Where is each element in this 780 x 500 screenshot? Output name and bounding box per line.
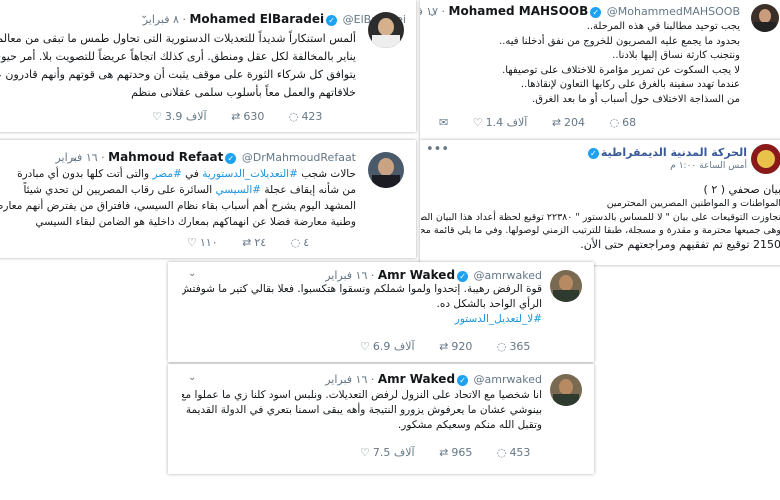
verified-badge-icon: ✓ xyxy=(326,14,338,26)
author-handle[interactable]: @amrwaked xyxy=(474,269,542,282)
tweet-header: Mahmoud Refaat ✓ @DrMahmoudRefaat · ١٦ فب… xyxy=(55,150,356,164)
chevron-down-icon[interactable]: ⌄ xyxy=(188,268,196,279)
post-text: بيان صحفي ( ٢ ) المواطنات و المواطنين ال… xyxy=(421,183,780,251)
author-name[interactable]: Mohamed ElBaradei xyxy=(189,12,324,26)
tweet-date[interactable]: ١٦ فبراير xyxy=(55,151,97,164)
reply-button[interactable]: ◌ 68 xyxy=(607,116,637,129)
tweet-card-elbaradei[interactable]: ⌄ Mohamed ElBaradei✓ @ElBaradei · ٨ فبرا… xyxy=(0,0,416,132)
like-button[interactable]: ♡ 6.9 آلاف xyxy=(357,340,415,353)
author-name[interactable]: Mohamed MAHSOOB xyxy=(449,4,589,18)
heart-icon: ♡ xyxy=(472,116,483,129)
tweet-text: حالات شجب #التعديلات_الدستورية في #مصر و… xyxy=(0,168,356,228)
avatar[interactable] xyxy=(368,152,404,188)
hashtag-link[interactable]: #مصر xyxy=(152,168,181,180)
tweet-text: انا شخصيا مع الاتحاد على النزول لرفض الت… xyxy=(182,389,542,431)
heart-icon: ♡ xyxy=(152,110,162,123)
post-time[interactable]: أمس الساعة ١:٠٠ م xyxy=(670,161,747,171)
verified-badge-icon: ✓ xyxy=(587,147,599,159)
author-name[interactable]: Amr Waked xyxy=(378,268,455,282)
reply-button[interactable]: ◌ 423 xyxy=(286,110,323,123)
reply-icon: ◌ xyxy=(496,446,507,459)
like-button[interactable]: ♡ 1.4 آلاف xyxy=(470,116,528,129)
retweet-button[interactable]: ⇄ 204 xyxy=(549,116,585,129)
tweet-date[interactable]: ١٦ فبراير xyxy=(325,269,367,282)
avatar[interactable] xyxy=(751,144,780,174)
tweet-date[interactable]: ١٧ فبراير xyxy=(420,5,438,18)
retweet-button[interactable]: ⇄ 965 xyxy=(436,446,472,459)
retweet-icon: ⇄ xyxy=(231,110,241,123)
heart-icon: ♡ xyxy=(360,446,370,459)
tweet-text: قوة الرفض رهيبة. إتحدوا ولموا شملكم ونسق… xyxy=(182,283,542,327)
retweet-icon: ⇄ xyxy=(242,236,252,249)
retweet-button[interactable]: ⇄ 920 xyxy=(436,340,472,353)
tweet-actions: ✉ ♡ 1.4 آلاف ⇄ 204 ◌ 68 xyxy=(430,116,645,129)
author-name[interactable]: Amr Waked xyxy=(378,372,455,386)
post-card-party[interactable]: ••• الحركة المدنية الديمقراطية✓ أمس السا… xyxy=(420,140,780,265)
chevron-down-icon[interactable]: ⌄ xyxy=(188,372,196,383)
reply-icon: ◌ xyxy=(609,116,620,129)
reply-icon: ◌ xyxy=(288,110,299,123)
verified-badge-icon: ✓ xyxy=(457,270,469,282)
reply-button[interactable]: ◌ 453 xyxy=(494,446,531,459)
tweet-header: Mohamed MAHSOOB✓ @MohammedMAHSOOB · ١٧ ف… xyxy=(420,4,740,18)
tweet-card-mahsoob[interactable]: ⌄ Mohamed MAHSOOB ✓ @MohammedMAHSOOB · ١٧… xyxy=(420,0,780,140)
tweet-date[interactable]: ١٦ فبراير xyxy=(325,373,367,386)
like-button[interactable]: ♡ 3.9 آلاف xyxy=(149,110,207,123)
hashtag-link[interactable]: #التعديلات_الدستورية xyxy=(202,168,298,180)
reply-icon: ◌ xyxy=(496,340,507,353)
retweet-icon: ⇄ xyxy=(439,446,449,459)
author-name[interactable]: Mahmoud Refaat xyxy=(108,150,223,164)
retweet-button[interactable]: ⇄ 630 xyxy=(228,110,264,123)
avatar[interactable] xyxy=(550,374,582,406)
retweet-button[interactable]: ⇄ ٢٤ xyxy=(239,236,266,249)
tweet-date[interactable]: ٨ فبراير xyxy=(143,13,179,26)
reply-button[interactable]: ◌ ٤ xyxy=(288,236,310,249)
tweet-card-waked-1[interactable]: ⌄ Amr Waked ✓ @amrwaked · ١٦ فبراير قوة ا… xyxy=(168,262,594,362)
tweet-card-refaat[interactable]: ⌄ Mahmoud Refaat ✓ @DrMahmoudRefaat · ١٦ … xyxy=(0,140,416,258)
verified-badge-icon: ✓ xyxy=(457,374,469,386)
tweet-header: Amr Waked ✓ @amrwaked · ١٦ فبراير xyxy=(325,268,542,282)
avatar[interactable] xyxy=(550,270,582,302)
avatar[interactable] xyxy=(751,4,779,32)
heart-icon: ♡ xyxy=(187,236,197,249)
post-header: الحركة المدنية الديمقراطية✓ xyxy=(586,146,747,159)
mail-icon[interactable]: ✉ xyxy=(439,116,448,129)
tweet-header: Mohamed ElBaradei✓ @ElBaradei · ٨ فبراير xyxy=(143,12,406,26)
more-dots-icon[interactable]: ••• xyxy=(426,142,449,157)
retweet-icon: ⇄ xyxy=(439,340,449,353)
verified-badge-icon: ✓ xyxy=(225,152,237,164)
tweet-text: يجب توحيد مطالبنا في هذه المرحلة.. بحدود… xyxy=(499,21,740,105)
retweet-icon: ⇄ xyxy=(551,116,562,129)
heart-icon: ♡ xyxy=(360,340,370,353)
hashtag-link[interactable]: #السيسي xyxy=(216,184,262,196)
tweet-text: ألمس استنكاراً شديداً للتعديلات الدستوري… xyxy=(0,32,356,99)
tweet-actions: ♡ 7.5 آلاف ⇄ 965 ◌ 453 xyxy=(348,446,539,459)
author-handle[interactable]: @MohammedMAHSOOB xyxy=(607,5,740,18)
author-handle[interactable]: @amrwaked xyxy=(474,373,542,386)
author-handle[interactable]: @DrMahmoudRefaat xyxy=(242,151,356,164)
tweet-actions: ♡ 6.9 آلاف ⇄ 920 ◌ 365 xyxy=(348,340,539,353)
verified-badge-icon: ✓ xyxy=(590,6,602,18)
tweet-actions: ♡ 3.9 آلاف ⇄ 630 ◌ 423 xyxy=(140,110,331,123)
reply-icon: ◌ xyxy=(290,236,301,249)
avatar[interactable] xyxy=(368,12,404,48)
tweet-card-waked-2[interactable]: ⌄ Amr Waked ✓ @amrwaked · ١٦ فبراير انا ش… xyxy=(168,364,594,474)
like-button[interactable]: ♡ 7.5 آلاف xyxy=(357,446,415,459)
tweet-actions: ♡ ١١٠ ⇄ ٢٤ ◌ ٤ xyxy=(175,236,318,249)
tweet-header: Amr Waked ✓ @amrwaked · ١٦ فبراير xyxy=(325,372,542,386)
hashtag-link[interactable]: #لا_لتعديل_الدستور xyxy=(182,312,542,327)
like-button[interactable]: ♡ ١١٠ xyxy=(184,236,218,249)
reply-button[interactable]: ◌ 365 xyxy=(494,340,531,353)
author-name[interactable]: الحركة المدنية الديمقراطية xyxy=(601,146,747,159)
